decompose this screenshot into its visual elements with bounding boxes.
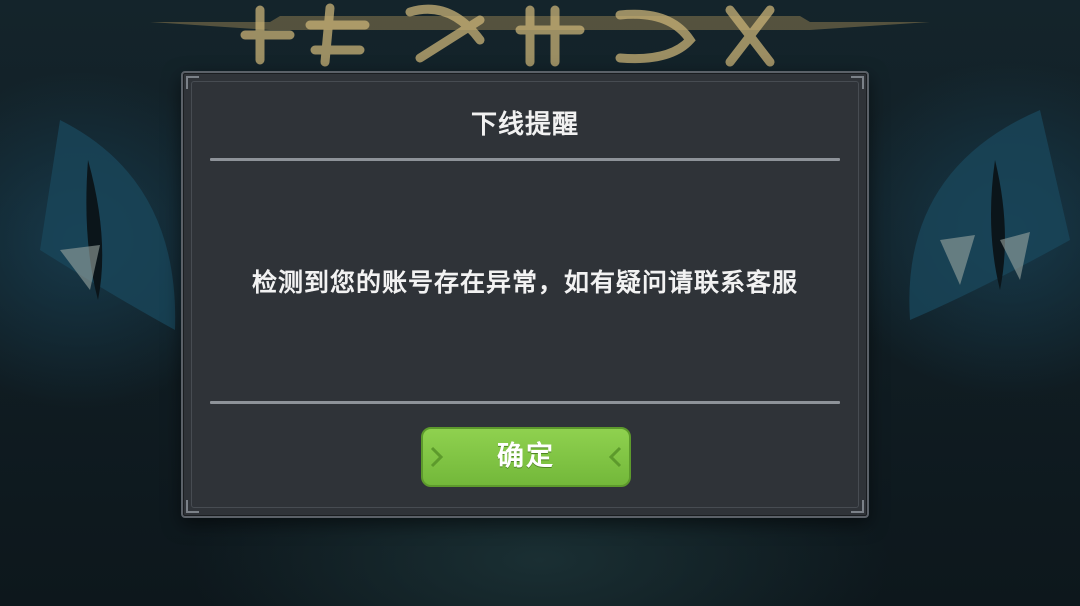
title-divider — [210, 158, 840, 161]
chevron-left-icon — [608, 446, 622, 468]
footer-divider — [210, 401, 840, 404]
game-logo-emblem — [150, 3, 930, 67]
dialog-title: 下线提醒 — [470, 110, 579, 140]
chevron-right-icon — [430, 446, 444, 468]
corner-ornament-icon — [851, 76, 864, 89]
offline-reminder-dialog: 下线提醒 检测到您的账号存在异常，如有疑问请联系客服 确定 — [181, 71, 869, 518]
confirm-button[interactable]: 确定 — [421, 427, 631, 487]
corner-ornament-icon — [851, 500, 864, 513]
corner-ornament-icon — [186, 76, 199, 89]
confirm-button-label: 确定 — [497, 441, 555, 472]
dialog-message: 检测到您的账号存在异常，如有疑问请联系客服 — [251, 268, 798, 297]
corner-ornament-icon — [186, 500, 199, 513]
